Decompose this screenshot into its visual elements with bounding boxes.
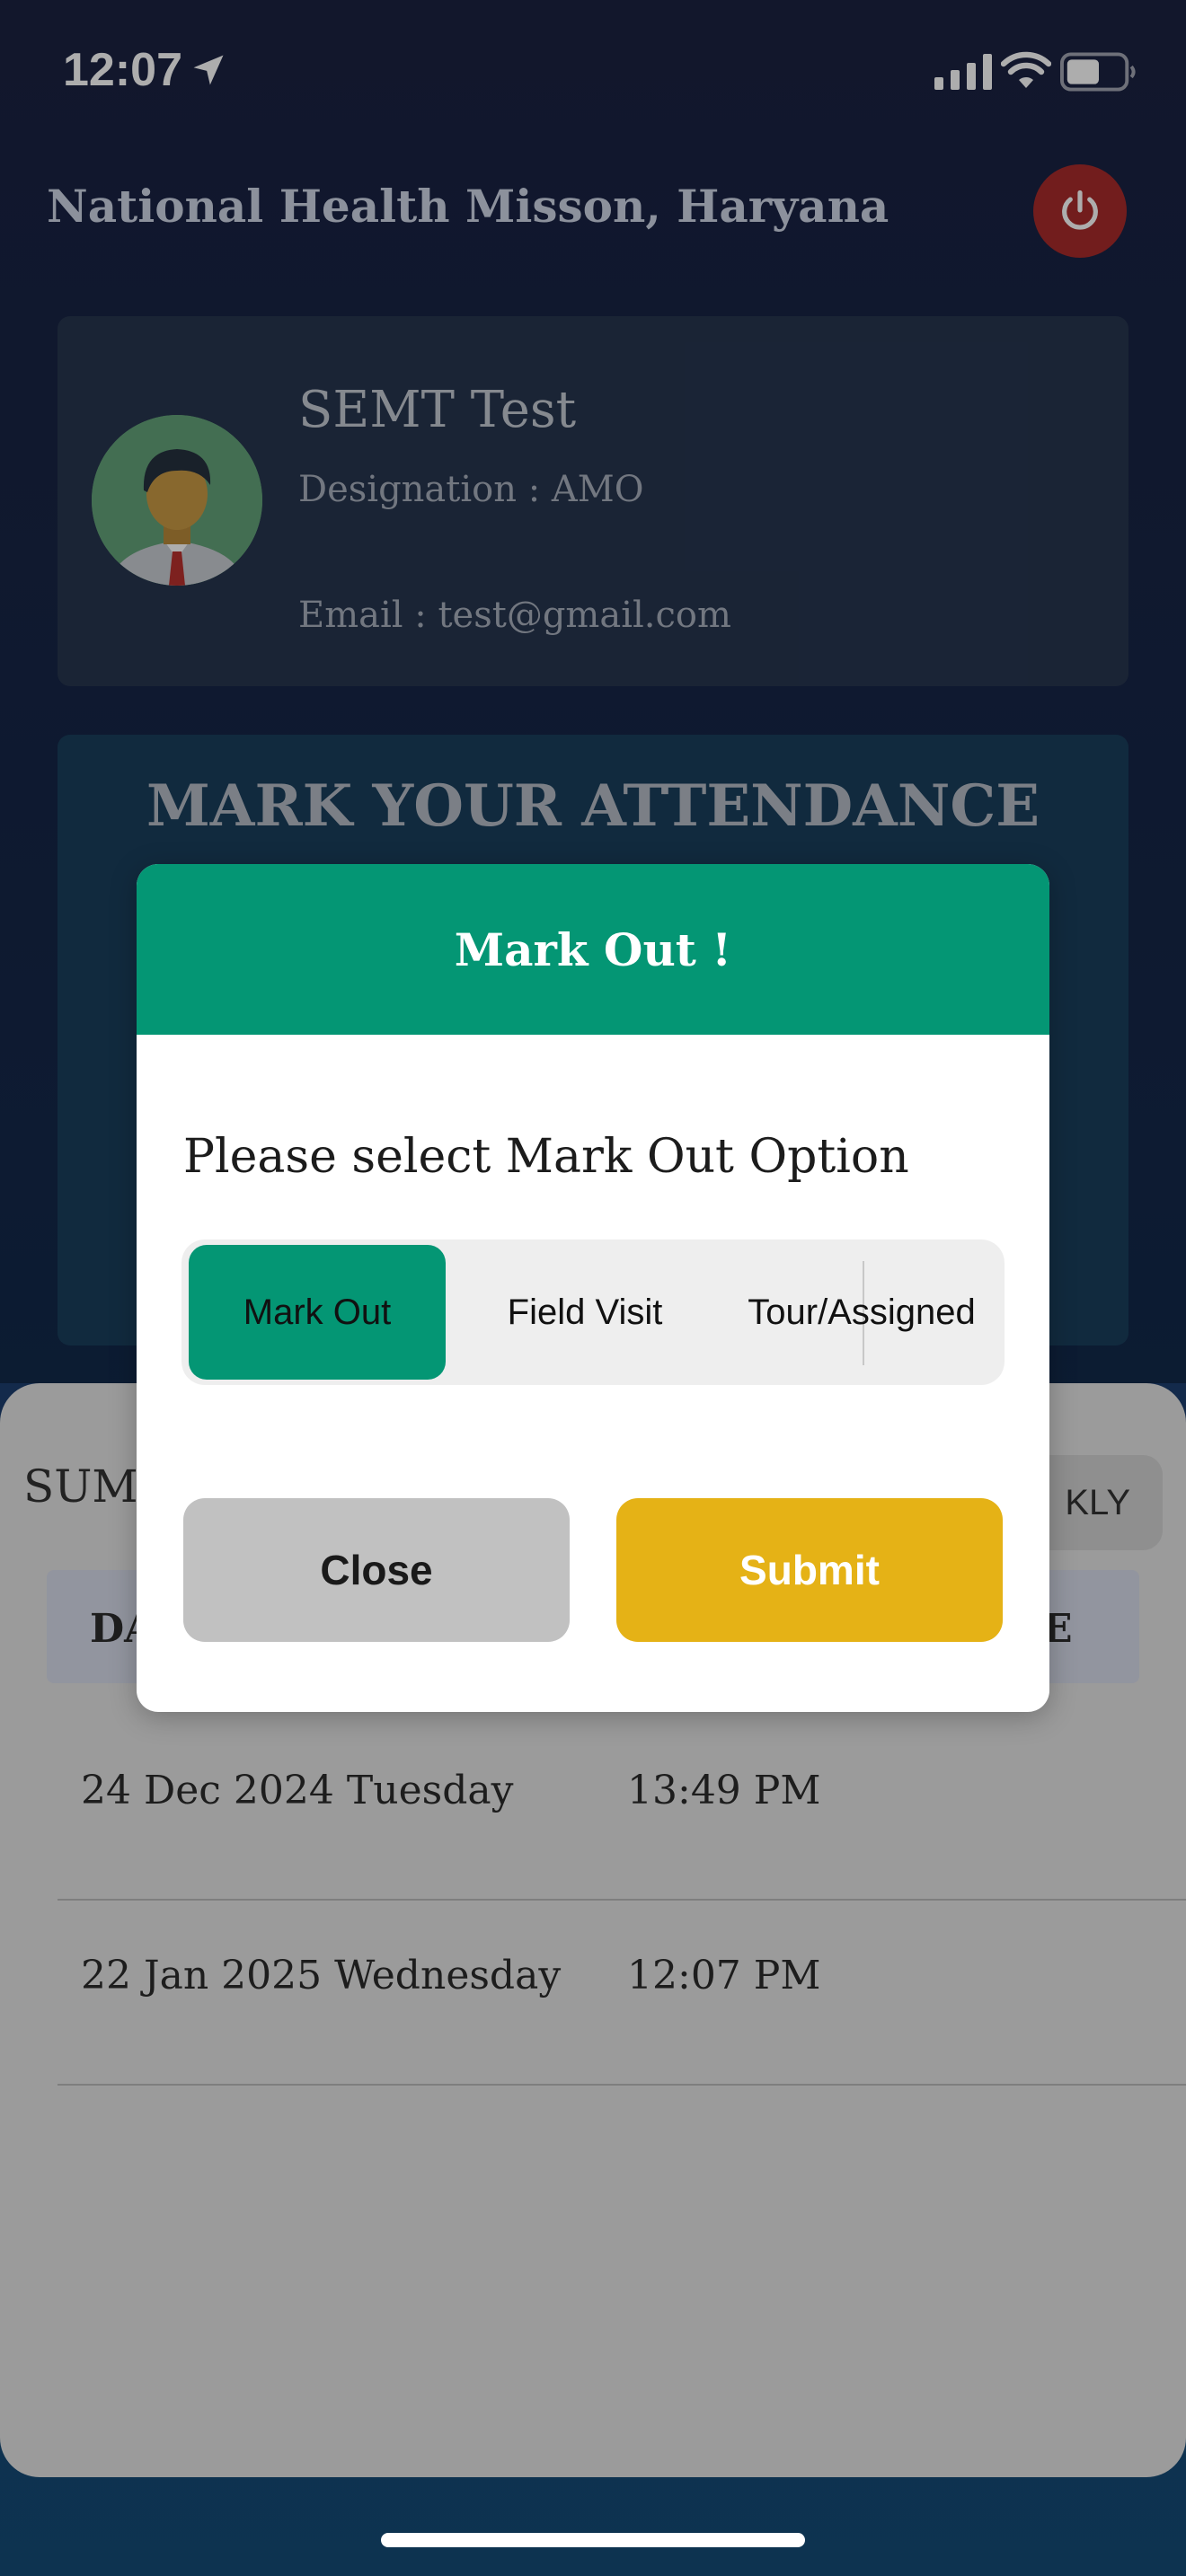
mark-out-option-selector: Mark Out Field Visit Tour/Assigned <box>181 1239 1005 1385</box>
dialog-header: Mark Out ! <box>137 864 1049 1035</box>
table-row: 24 Dec 2024 Tuesday 13:49 PM <box>58 1716 1186 1901</box>
row-date: 22 Jan 2025 Wednesday <box>81 1953 562 1998</box>
weekly-filter-label: KLY <box>1065 1482 1130 1522</box>
close-button[interactable]: Close <box>183 1498 570 1642</box>
option-mark-out[interactable]: Mark Out <box>189 1245 446 1380</box>
dialog-title: Mark Out ! <box>454 922 732 976</box>
option-field-visit[interactable]: Field Visit <box>447 1245 722 1380</box>
submit-button-label: Submit <box>739 1547 880 1593</box>
row-date: 24 Dec 2024 Tuesday <box>81 1768 514 1813</box>
row-time: 12:07 PM <box>627 1953 821 1998</box>
option-label: Field Visit <box>507 1292 663 1332</box>
table-row: 22 Jan 2025 Wednesday 12:07 PM <box>58 1901 1186 2086</box>
option-label: Tour/Assigned <box>748 1292 976 1332</box>
close-button-label: Close <box>320 1547 433 1593</box>
option-tour-assigned[interactable]: Tour/Assigned <box>724 1245 999 1380</box>
row-time: 13:49 PM <box>627 1768 821 1813</box>
mark-out-dialog: Mark Out ! Please select Mark Out Option… <box>137 864 1049 1712</box>
option-label: Mark Out <box>243 1292 392 1332</box>
submit-button[interactable]: Submit <box>616 1498 1003 1642</box>
dialog-prompt: Please select Mark Out Option <box>183 1130 909 1184</box>
home-indicator[interactable] <box>381 2533 805 2547</box>
